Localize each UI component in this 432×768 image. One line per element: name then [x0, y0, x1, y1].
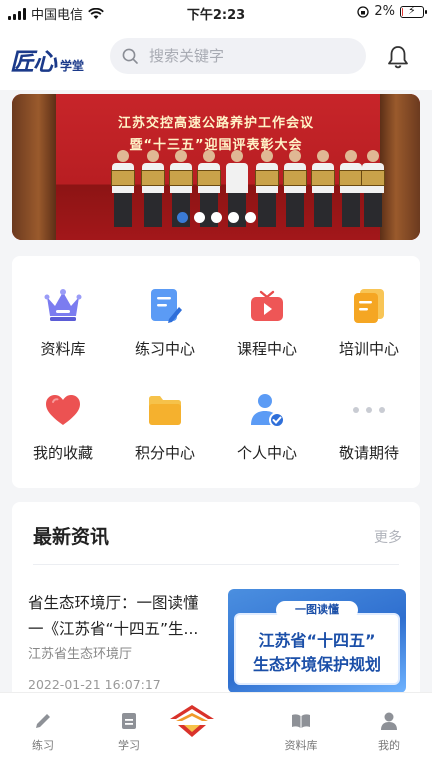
menu-item-course[interactable]: 课程中心	[216, 256, 318, 360]
menu-item-label: 练习中心	[134, 340, 195, 358]
menu-item-label: 个人中心	[236, 444, 297, 462]
more-dots-icon	[349, 390, 389, 430]
article-title-line2: 一《江苏省“十四五”生...	[28, 620, 199, 638]
banner-award-plaque	[283, 170, 307, 186]
library-icon	[290, 711, 312, 731]
status-bar: 中国电信 下午2:23 2% ⚡	[0, 0, 432, 24]
logo-main-text: 匠心	[10, 47, 57, 76]
notes-icon	[349, 286, 389, 326]
search-icon	[122, 48, 138, 64]
folder-icon	[145, 390, 185, 430]
thumbnail-line1: 江苏省“十四五”	[258, 631, 376, 650]
heart-icon	[43, 390, 83, 430]
battery-icon: ⚡	[400, 4, 427, 18]
menu-item-practice[interactable]: 练习中心	[114, 256, 216, 360]
user-check-icon	[247, 390, 287, 430]
carousel-dot[interactable]	[244, 212, 256, 223]
carousel-dot[interactable]	[193, 212, 205, 223]
banner-award-plaque	[339, 170, 363, 186]
carousel-dot[interactable]	[210, 212, 222, 223]
app-logo[interactable]: 匠心 学堂	[10, 42, 84, 77]
person-icon	[378, 711, 400, 731]
article-time: 2022-01-21 16:07:17	[28, 677, 161, 692]
bottom-tab-bar: 练习 学习 资料库 我的	[0, 692, 432, 768]
video-play-icon	[247, 286, 287, 326]
menu-item-points[interactable]: 积分中心	[114, 360, 216, 464]
pencil-icon	[32, 711, 54, 731]
tab-label: 学习	[118, 739, 140, 752]
tab-label: 我的	[378, 739, 400, 752]
banner-carousel[interactable]: 江苏交控高速公路养护工作会议 暨“十三五”迎国评表彰大会	[12, 94, 420, 240]
article-source: 江苏省生态环境厅	[28, 647, 133, 662]
tab-home[interactable]	[170, 693, 258, 753]
news-more-link[interactable]: 更多	[374, 527, 402, 547]
app-header: 匠心 学堂	[0, 24, 432, 90]
menu-item-favorites[interactable]: 我的收藏	[12, 360, 114, 464]
tab-label: 练习	[32, 739, 54, 752]
banner-title-line1: 江苏交控高速公路养护工作会议	[117, 116, 314, 131]
news-section-title: 最新资讯	[33, 526, 110, 548]
carousel-indicator	[12, 212, 420, 223]
menu-item-library[interactable]: 资料库	[12, 256, 114, 360]
menu-item-profile[interactable]: 个人中心	[216, 360, 318, 464]
carousel-dot[interactable]	[176, 212, 188, 223]
menu-item-label: 课程中心	[236, 340, 297, 358]
bell-icon[interactable]	[384, 43, 412, 71]
banner-award-plaque	[141, 170, 165, 186]
book-icon	[118, 711, 140, 731]
logo-sub-text: 学堂	[60, 59, 85, 73]
banner-award-plaque	[197, 170, 221, 186]
tab-practice[interactable]: 练习	[0, 693, 86, 753]
article-title[interactable]: 省生态环境厅：一图读懂 一《江苏省“十四五”生...	[28, 590, 212, 642]
banner-award-plaque	[169, 170, 193, 186]
menu-item-label: 敬请期待	[338, 444, 399, 462]
home-logo-icon	[170, 705, 214, 737]
article-thumbnail[interactable]: 一图读懂 江苏省“十四五” 生态环境保护规划	[228, 589, 406, 693]
battery-percent: 2%	[374, 4, 395, 19]
search-bar[interactable]	[110, 38, 366, 74]
menu-item-label: 资料库	[40, 340, 86, 358]
thumbnail-tag: 一图读懂	[276, 601, 358, 619]
thumbnail-line2: 生态环境保护规划	[252, 655, 381, 674]
news-section: 最新资讯 更多 省生态环境厅：一图读懂 一《江苏省“十四五”生... 江苏省生态…	[12, 502, 420, 702]
menu-item-label: 我的收藏	[32, 444, 93, 462]
divider	[33, 564, 399, 565]
menu-item-label: 培训中心	[338, 340, 399, 358]
banner-award-plaque	[111, 170, 135, 186]
search-input[interactable]	[149, 47, 349, 65]
tab-library[interactable]: 资料库	[258, 693, 344, 753]
rotation-lock-icon	[357, 5, 370, 18]
tab-label: 资料库	[284, 739, 318, 752]
menu-item-label: 积分中心	[134, 444, 195, 462]
status-right: 2% ⚡	[357, 4, 427, 19]
tab-mine[interactable]: 我的	[346, 693, 432, 753]
article-title-line1: 省生态环境厅：一图读懂	[28, 594, 199, 612]
menu-item-training[interactable]: 培训中心	[318, 256, 420, 360]
tab-study[interactable]: 学习	[86, 693, 172, 753]
document-edit-icon	[145, 286, 185, 326]
banner-award-plaque	[311, 170, 335, 186]
carousel-dot[interactable]	[227, 212, 239, 223]
function-menu: 资料库 练习中心 课程中心 培训中心 我的收藏 积分中心 个人中心 敬请期待	[12, 256, 420, 488]
menu-item-coming-soon[interactable]: 敬请期待	[318, 360, 420, 464]
banner-award-plaque	[255, 170, 279, 186]
crown-icon	[43, 286, 83, 326]
banner-award-plaque	[361, 170, 385, 186]
